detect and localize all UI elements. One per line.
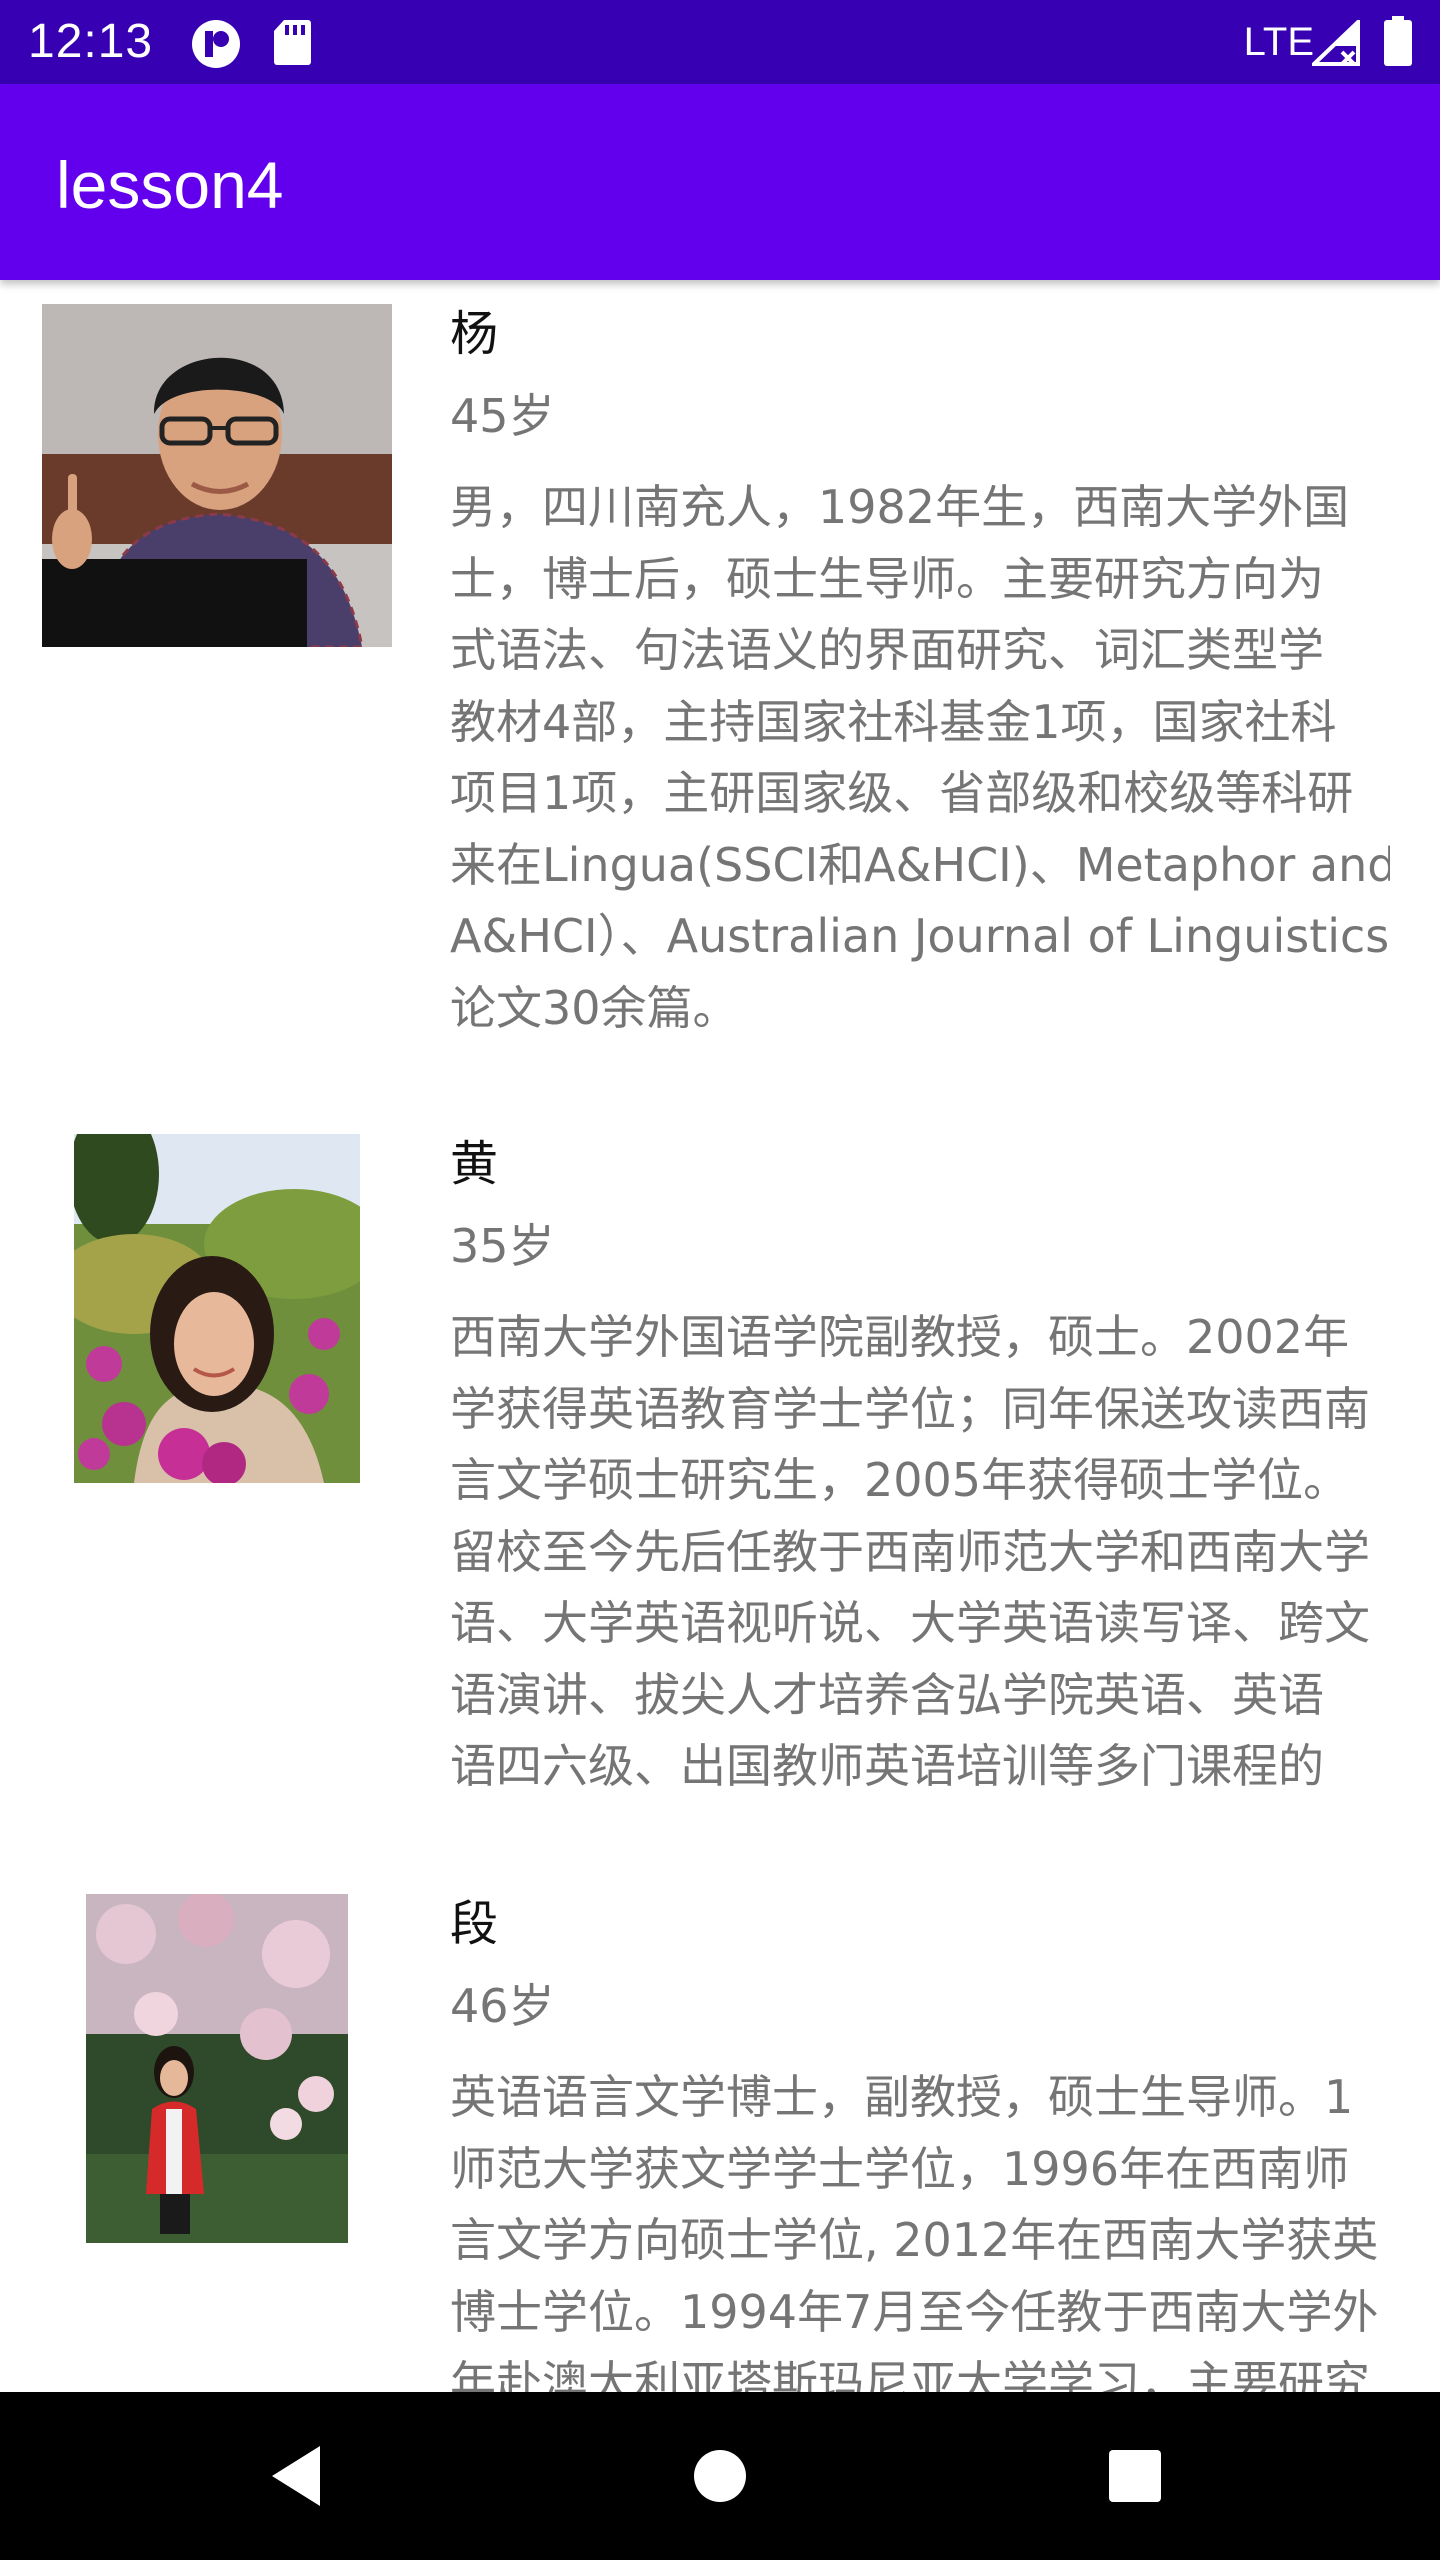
teacher-name: 杨 [450,306,499,362]
description-line: 学获得英语教育学士学位；同年保送攻读西南 [450,1381,1370,1436]
teacher-description: 男，四川南充人，1982年生，西南大学外国 士，博士后，硕士生导师。主要研究方向… [450,472,1390,1044]
status-time: 12:13 [28,15,154,68]
teacher-age: 35岁 [450,1219,555,1273]
teacher-description: 西南大学外国语学院副教授，硕士。2002年 学获得英语教育学士学位；同年保送攻读… [450,1302,1390,1803]
description-line: 项目1项，主研国家级、省部级和校级等科研 [450,766,1354,820]
description-line: 言文学方向硕士学位, 2012年在西南大学获英 [450,2213,1379,2267]
navigation-bar [0,2392,1440,2560]
description-line: 男，四川南充人，1982年生，西南大学外国 [450,480,1350,534]
teacher-photo [74,1134,360,1483]
description-line: 语演讲、拔尖人才培养含弘学院英语、英语 [450,1667,1324,1722]
description-line: 来在Lingua(SSCI和A&HCI)、Metaphor and [450,837,1390,892]
description-line: A&HCI）、Australian Journal of Linguistics [450,909,1390,963]
teacher-description: 英语语言文学博士，副教授，硕士生导师。1 师范大学获文学学士学位，1996年在西… [450,2062,1390,2392]
description-line: 留校至今先后任教于西南师范大学和西南大学 [450,1524,1370,1579]
teacher-age: 46岁 [450,1979,555,2033]
teacher-name: 段 [450,1896,499,1952]
description-line: 教材4部，主持国家社科基金1项，国家社科 [450,694,1337,749]
description-line: 语、大学英语视听说、大学英语读写译、跨文 [450,1596,1370,1650]
status-bar: 12:13 LTE [0,0,1440,84]
teacher-photo [86,1894,348,2243]
network-type: LTE [1243,20,1314,64]
description-line: 英语语言文学博士，副教授，硕士生导师。1 [450,2070,1354,2124]
list-item[interactable]: 段 46岁 英语语言文学博士，副教授，硕士生导师。1 师范大学获文学学士学位，1… [0,1894,1440,2392]
back-icon[interactable] [260,2436,340,2516]
notification-icon [190,18,242,74]
description-line: 论文30余篇。 [450,980,739,1035]
battery-icon [1384,16,1412,70]
recents-icon[interactable] [1095,2436,1175,2516]
teacher-list[interactable]: 杨 45岁 男，四川南充人，1982年生，西南大学外国 士，博士后，硕士生导师。… [0,280,1440,2392]
home-icon[interactable] [680,2436,760,2516]
teacher-age: 45岁 [450,389,555,443]
description-line: 式语法、句法语义的界面研究、词汇类型学 [450,623,1324,677]
description-line: 博士学位。1994年7月至今任教于西南大学外 [450,2284,1379,2339]
description-line: 言文学硕士研究生，2005年获得硕士学位。 [450,1453,1350,1507]
description-line: 西南大学外国语学院副教授，硕士。2002年 [450,1310,1350,1364]
list-item[interactable]: 杨 45岁 男，四川南充人，1982年生，西南大学外国 士，博士后，硕士生导师。… [0,304,1440,1104]
app-title: lesson4 [56,148,284,222]
signal-icon [1309,17,1360,70]
description-line: 士，博士后，硕士生导师。主要研究方向为 [450,551,1324,606]
teacher-name: 黄 [450,1136,499,1192]
teacher-photo [42,304,392,647]
description-line: 语四六级、出国教师英语培训等多门课程的 [450,1739,1324,1793]
sd-card-icon [272,18,312,70]
list-item[interactable]: 黄 35岁 西南大学外国语学院副教授，硕士。2002年 学获得英语教育学士学位；… [0,1134,1440,1874]
description-line: 年赴澳大利亚塔斯玛尼亚大学学习，主要研究 [450,2356,1370,2392]
app-bar: lesson4 [0,84,1440,280]
description-line: 师范大学获文学学士学位，1996年在西南师 [450,2141,1350,2196]
